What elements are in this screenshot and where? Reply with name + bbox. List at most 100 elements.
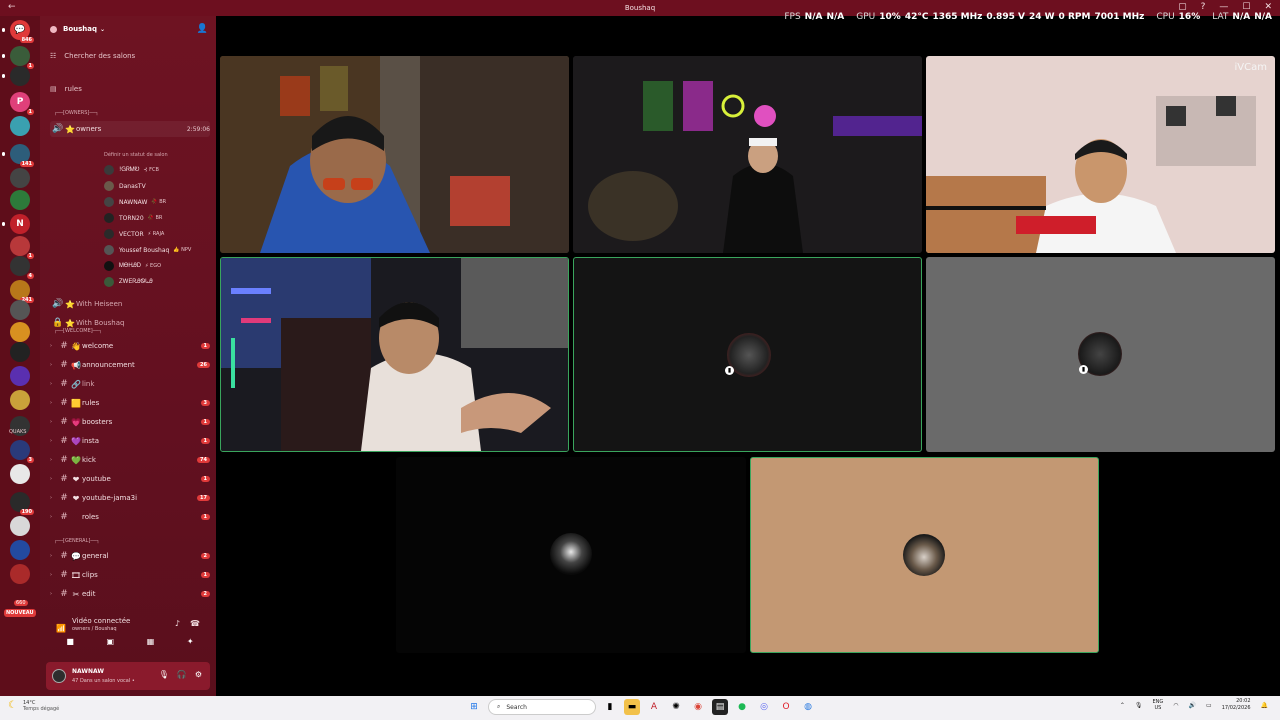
video-tile-participant-5[interactable]: ▮ [573,257,922,452]
voice-channel-with-heiseen[interactable]: 🔊 ⭐ With Heiseen [50,296,210,312]
text-channel-welcome[interactable]: › # 👋 welcome 1 [50,338,210,354]
wifi-icon[interactable]: ◠ [1173,702,1178,709]
server-icon-21[interactable] [10,516,30,536]
start-button[interactable]: ⊞ [466,699,482,715]
text-channel-insta[interactable]: › # 💜 insta 1 [50,433,210,449]
category-welcome[interactable]: ┌──[WELCOME]──┐ [54,328,102,334]
server-icon-7[interactable] [10,190,30,210]
opera-icon[interactable]: O [778,699,794,715]
server-icon-11[interactable]: 241 [10,280,34,303]
text-channel-boosters[interactable]: › # 💗 boosters 1 [50,414,210,430]
server-icon-13[interactable] [10,322,30,342]
voice-member[interactable]: NAWNAW 🥀 BR [104,195,166,209]
user-avatar[interactable] [52,669,66,683]
text-channel-youtube-jama3i[interactable]: › # ❤ youtube-jama3i 17 [50,490,210,506]
screen-share-button[interactable]: ▣ [107,637,115,646]
soundboard-icon[interactable]: ♪ [175,619,180,628]
text-channel-roles[interactable]: › # roles 1 [50,509,210,525]
voice-member[interactable]: Youssef Boushaq 👍 NPV [104,243,191,257]
video-tile-participant-8[interactable] [750,457,1099,653]
add-member-icon[interactable]: 👤 [197,24,208,34]
text-channel-youtube[interactable]: › # ❤ youtube 1 [50,471,210,487]
disconnect-icon[interactable]: ☎ [190,619,200,628]
microphone-icon[interactable]: 🎙 [159,670,169,679]
voice-member[interactable]: TORN20 🥀 BR [104,211,162,225]
rules-shortcut[interactable]: ▤ rules [50,85,82,93]
soundboard-button[interactable]: ✦ [187,637,194,646]
voice-member[interactable]: !ᏀᏒᎷᎧ ⊰ FCB [104,163,159,177]
voice-location[interactable]: owners / Boushaq [72,626,117,632]
settings-gear-icon[interactable]: ⚙ [195,670,202,679]
microphone-tray-icon[interactable]: 🎙 [1135,702,1143,709]
server-icon-0[interactable]: 💬 846 [2,20,34,43]
video-tile-participant-7[interactable] [396,457,746,653]
app-icon[interactable]: ◍ [800,699,816,715]
server-icon-10[interactable]: 4 [10,256,34,279]
weather-widget[interactable]: ☾ 14°C Temps dégagé [8,700,59,712]
server-icon-3[interactable]: P1 [10,92,34,115]
minimize-button[interactable]: — [1219,2,1228,12]
channel-status-setter[interactable]: Définir un statut de salon [104,152,168,158]
voice-member[interactable]: DanasTV [104,179,150,193]
voice-member[interactable]: ᎷᎾᎻᎯᎠ ⚡ EGO [104,259,161,273]
clock[interactable]: 20:02 17/02/2026 [1222,698,1251,712]
language-indicator[interactable]: ENG US [1153,699,1164,711]
inbox-icon[interactable]: ▢ [1178,2,1187,12]
server-icon-2[interactable] [2,66,30,86]
text-channel-clips[interactable]: › # 🎞 clips 1 [50,567,210,583]
close-button[interactable]: ✕ [1264,2,1272,12]
video-tile-participant-4[interactable] [220,257,569,452]
server-icon-4[interactable] [10,116,30,136]
media-app-icon[interactable]: ▤ [712,699,728,715]
task-view-icon[interactable]: ▮ [602,699,618,715]
help-icon[interactable]: ? [1201,2,1206,12]
server-icon-18[interactable]: 3 [10,440,34,463]
file-explorer-icon[interactable]: ▬ [624,699,640,715]
server-icon-22[interactable] [10,540,30,560]
server-icon-14[interactable] [10,342,30,362]
adobe-icon[interactable]: A [646,699,662,715]
server-icon-5[interactable]: 141 [2,144,34,167]
battery-icon[interactable]: ▭ [1206,702,1212,709]
video-tile-participant-2[interactable] [573,56,922,253]
server-icon-6[interactable] [10,168,30,188]
voice-channel-owners[interactable]: 🔊 ⭐ owners 2:59:06 [50,121,210,137]
server-icon-19[interactable] [10,464,30,484]
category-owners[interactable]: ┌──[OWNERS]──┐ [54,110,98,116]
voice-member[interactable]: VECTOR ⚡ RAJA [104,227,164,241]
video-tile-participant-1[interactable] [220,56,569,253]
category-general[interactable]: ┌──[GENERAL]──┐ [54,538,99,544]
server-icon-16[interactable] [10,390,30,410]
text-channel-rules[interactable]: › # 🟨 rules 3 [50,395,210,411]
server-icon-20[interactable]: 190 [10,492,34,515]
text-channel-kick[interactable]: › # 💚 kick 74 [50,452,210,468]
server-header[interactable]: Boushaq ⌄ 👤 [40,16,216,42]
chevron-up-icon[interactable]: ⌃ [1120,702,1125,709]
text-channel-link[interactable]: › # 🔗 link [50,376,210,392]
text-channel-announcement[interactable]: › # 📢 announcement 26 [50,357,210,373]
video-tile-participant-6[interactable]: ▮ [926,257,1275,452]
activities-button[interactable]: ▦ [147,637,155,646]
chatgpt-icon[interactable]: ✺ [668,699,684,715]
server-icon-1[interactable]: 1 [2,46,34,69]
server-icon-12[interactable] [10,300,30,320]
notification-icon[interactable]: 🔔 [1261,702,1268,709]
voice-member[interactable]: ᏃᎳᎬᏒᎯᏫᏓᎯ [104,275,157,289]
headphones-icon[interactable]: 🎧 [177,670,187,679]
server-icon-23[interactable] [10,564,30,584]
channel-search-row[interactable]: ☷ Chercher des salons [50,52,135,60]
text-channel-general[interactable]: › # 💬 general 2 [50,548,210,564]
new-badge[interactable]: NOUVEAU [4,609,36,617]
maximize-button[interactable]: ☐ [1242,2,1250,12]
text-channel-edit[interactable]: › # ✂ edit 2 [50,586,210,602]
server-icon-8[interactable]: N [2,214,30,234]
camera-button[interactable]: ■ [66,637,74,646]
server-icon-15[interactable] [10,366,30,386]
chrome-icon[interactable]: ◉ [690,699,706,715]
spotify-icon[interactable]: ● [734,699,750,715]
taskbar-search[interactable]: ⌕ Search [488,699,596,715]
volume-icon[interactable]: 🔊 [1189,702,1196,709]
server-icon-9[interactable]: 1 [10,236,34,259]
discord-icon[interactable]: ◎ [756,699,772,715]
video-tile-participant-3[interactable]: iVCam [926,56,1275,253]
